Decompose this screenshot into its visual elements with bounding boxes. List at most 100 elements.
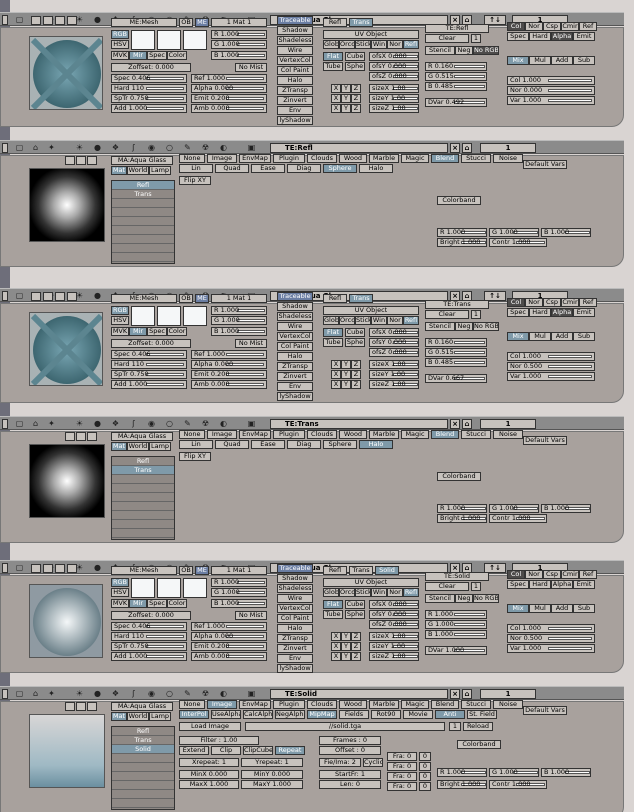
- mapto-val-1-2[interactable]: Nor 0.500: [507, 634, 595, 643]
- te-field-0[interactable]: TE:Refl: [425, 24, 489, 33]
- cross-icon-1[interactable]: [67, 292, 77, 301]
- toggle-zinvert-0[interactable]: Zinvert: [277, 96, 313, 105]
- tube-button-1[interactable]: Tube: [323, 338, 343, 347]
- toggle-col-paint-0[interactable]: Col Paint: [277, 66, 313, 75]
- mode-mvk-0[interactable]: MVK: [111, 51, 129, 60]
- textype-blend-0[interactable]: Blend: [431, 154, 459, 163]
- browse-icon-te-0[interactable]: ⌂: [462, 143, 472, 153]
- textype-envmap-0[interactable]: EnvMap: [239, 154, 271, 163]
- texture-slot-list-2[interactable]: Refl Trans Solid: [111, 726, 175, 810]
- uv-object-2[interactable]: UV Object: [323, 578, 419, 587]
- axis-z-1-1[interactable]: Z: [351, 370, 361, 379]
- textype-noise-2[interactable]: Noise: [493, 700, 523, 709]
- image-icon-te-1[interactable]: ▣: [246, 419, 257, 429]
- textype-marble-2[interactable]: Marble: [369, 700, 399, 709]
- flat-button-2[interactable]: Flat: [323, 600, 343, 609]
- axis-x-1-0[interactable]: X: [331, 94, 341, 103]
- hard-slider-1[interactable]: Hard 110: [111, 360, 187, 369]
- axis-y-1-1[interactable]: Y: [341, 370, 351, 379]
- color-swatch-1-0[interactable]: [157, 30, 181, 50]
- source-lamp-1[interactable]: Lamp: [149, 442, 171, 451]
- mapto-val-1-0[interactable]: Nor 0.000: [507, 86, 595, 95]
- textype-none-2[interactable]: None: [179, 700, 205, 709]
- ofs-0-1[interactable]: ofsX 0.000: [369, 328, 419, 337]
- source-mat-0[interactable]: Mat: [111, 166, 127, 175]
- toggle-lyshadow-1[interactable]: lyShadow: [277, 392, 313, 401]
- maxy-2[interactable]: MaxY 1.000: [241, 780, 303, 789]
- yrepeat-2[interactable]: Yrepeat: 1: [241, 758, 303, 767]
- map-win-0[interactable]: Win: [371, 40, 387, 49]
- size-0-1[interactable]: sizeX 1.00: [369, 360, 419, 369]
- nomist-button-2[interactable]: No Mist: [235, 611, 267, 620]
- textype-plugin-0[interactable]: Plugin: [273, 154, 305, 163]
- circle-icon-te-1[interactable]: ○: [164, 419, 175, 429]
- view-icon-te-1[interactable]: ▢: [14, 419, 25, 429]
- browse-icon-te-1[interactable]: ⌂: [462, 419, 472, 429]
- edit-icon-te-0[interactable]: ✎: [182, 143, 193, 153]
- fra-2-2[interactable]: Fra: 0: [387, 772, 417, 781]
- nomist-button-1[interactable]: No Mist: [235, 339, 267, 348]
- toggle-shadeless-1[interactable]: Shadeless: [277, 312, 313, 321]
- dvar-slider-0[interactable]: DVar 0.492: [425, 98, 487, 107]
- imgopt-interpol-2[interactable]: InterPol: [179, 710, 209, 719]
- radiation-icon-te-0[interactable]: ☢: [200, 143, 211, 153]
- blendtype-sphere-1[interactable]: Sphere: [323, 440, 357, 449]
- mapto-val-2-0[interactable]: Var 1.000: [507, 96, 595, 105]
- tex-ma-field-1[interactable]: MA:Aqua Glass: [111, 432, 173, 441]
- textype-stucci-1[interactable]: Stucci: [461, 430, 491, 439]
- map-orco-0[interactable]: Orco: [339, 40, 355, 49]
- world-icon-te-2[interactable]: ◉: [146, 689, 157, 699]
- axis-y-0-2[interactable]: Y: [341, 632, 351, 641]
- mapto-csp-2[interactable]: Csp: [543, 570, 561, 579]
- blend-add-1[interactable]: Add: [551, 332, 573, 341]
- home-icon-te-1[interactable]: ⌂: [30, 419, 41, 429]
- ofs-0-0[interactable]: ofsX 0.000: [369, 52, 419, 61]
- mapto2-spec-2[interactable]: Spec: [507, 580, 529, 589]
- blend-sub-1[interactable]: Sub: [573, 332, 595, 341]
- size-2-0[interactable]: sizeZ 1.00: [369, 104, 419, 113]
- rgb-button-0[interactable]: RGB: [111, 30, 129, 39]
- blend-mix-0[interactable]: Mix: [507, 56, 529, 65]
- material-icon-ma-1[interactable]: ●: [92, 291, 103, 301]
- header-left-handle-te-1[interactable]: [2, 419, 8, 429]
- tex-col-2-2[interactable]: B 1.000: [541, 768, 591, 777]
- te-title-0[interactable]: TE:Refl: [270, 143, 448, 153]
- toggle-ztransp-2[interactable]: ZTransp: [277, 634, 313, 643]
- plus-icon-2[interactable]: [55, 564, 65, 573]
- te-users-2[interactable]: 1: [471, 582, 481, 591]
- emit-slider-0[interactable]: Emit 0.200: [191, 94, 267, 103]
- tex-rgb-2-1[interactable]: B 0.485: [425, 358, 487, 367]
- star-icon-te-2[interactable]: ✦: [46, 689, 57, 699]
- tex-tab-solid-2[interactable]: Solid: [375, 566, 399, 575]
- mapto2-spec-0[interactable]: Spec: [507, 32, 529, 41]
- spec-slider-2[interactable]: Spec 0.406: [111, 622, 187, 631]
- imgopt-mipmap-2[interactable]: MipMap: [307, 710, 337, 719]
- me-button-2[interactable]: ME: [195, 566, 209, 575]
- material-icon-ma-2[interactable]: ●: [92, 563, 103, 573]
- flipxy-0[interactable]: Flip XY: [179, 176, 211, 185]
- mapto-col-2[interactable]: Col: [507, 570, 525, 579]
- dvar-slider-1[interactable]: DVar 0.667: [425, 374, 487, 383]
- me-button-0[interactable]: ME: [195, 18, 209, 27]
- mapto2-hard-1[interactable]: Hard: [529, 308, 551, 317]
- slot-8-0[interactable]: [112, 253, 174, 262]
- view-icon-0[interactable]: [31, 16, 41, 25]
- ob-button-0[interactable]: OB: [179, 18, 193, 27]
- textype-blend-2[interactable]: Blend: [431, 700, 459, 709]
- te-number-0[interactable]: 1: [480, 143, 536, 153]
- shading-icon-te-1[interactable]: ◐: [218, 419, 229, 429]
- mode-color-1[interactable]: Color: [167, 327, 187, 336]
- mapto2-emit-1[interactable]: Emit: [573, 308, 595, 317]
- textype-magic-1[interactable]: Magic: [401, 430, 429, 439]
- source-mat-2[interactable]: Mat: [111, 712, 127, 721]
- header-left-handle-te-2[interactable]: [2, 689, 8, 699]
- textype-wood-1[interactable]: Wood: [339, 430, 367, 439]
- map-glob-2[interactable]: Glob: [323, 588, 339, 597]
- tex-ma-field-2[interactable]: MA:Aqua Glass: [111, 702, 173, 711]
- axis-y-1-2[interactable]: Y: [341, 642, 351, 651]
- blendtype-quad-1[interactable]: Quad: [215, 440, 249, 449]
- shading-icon-te-2[interactable]: ◐: [218, 689, 229, 699]
- textype-envmap-2[interactable]: EnvMap: [239, 700, 271, 709]
- slot-3-0[interactable]: [112, 208, 174, 217]
- toggle-wire-1[interactable]: Wire: [277, 322, 313, 331]
